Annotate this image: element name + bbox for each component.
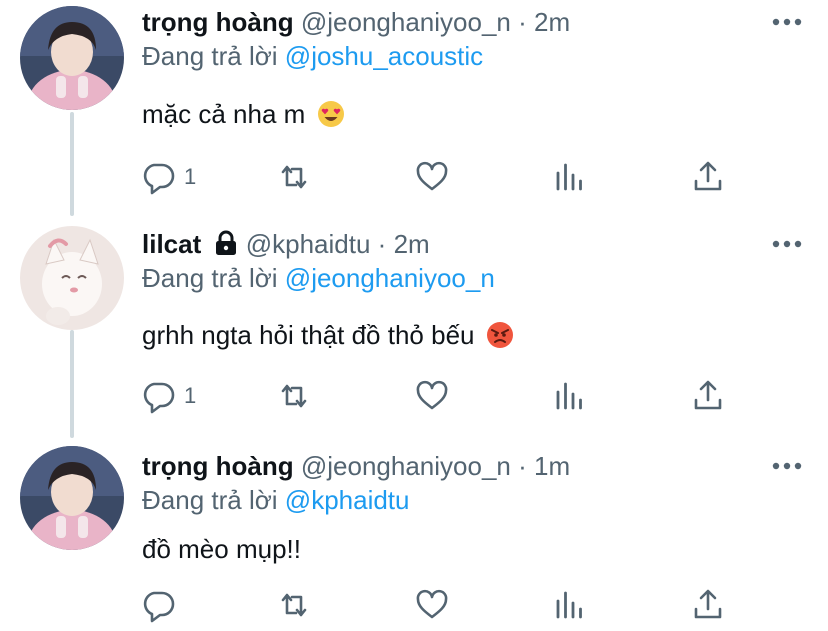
reply-icon xyxy=(143,382,175,414)
tweet-actions: 1 xyxy=(140,159,740,195)
avatar-image xyxy=(20,446,124,550)
timestamp[interactable]: 1m xyxy=(534,451,570,481)
tweet-body: đồ mèo mụp!! xyxy=(142,534,301,564)
tweet-actions xyxy=(140,587,740,623)
share-icon xyxy=(694,380,722,410)
retweet-button[interactable] xyxy=(276,378,312,414)
angry-face-emoji xyxy=(486,322,513,348)
share-button[interactable] xyxy=(690,159,726,195)
retweet-icon xyxy=(281,165,307,189)
tweet-text: đồ mèo mụp!! xyxy=(142,532,301,566)
replying-to: Đang trả lời @kphaidtu xyxy=(142,484,410,516)
share-button[interactable] xyxy=(690,587,726,623)
like-button[interactable] xyxy=(414,378,450,414)
replying-to: Đang trả lời @jeonghaniyoo_n xyxy=(142,262,495,294)
share-icon xyxy=(694,589,722,619)
mention-link[interactable]: @kphaidtu xyxy=(285,485,410,515)
retweet-icon xyxy=(281,384,307,408)
views-button[interactable] xyxy=(552,587,588,623)
heart-eyes-emoji xyxy=(317,101,344,127)
tweet-header: trọng hoàng @jeonghaniyoo_n · 1m xyxy=(142,450,570,482)
tweet-text: grhh ngta hỏi thật đồ thỏ bếu xyxy=(142,318,514,352)
reply-button[interactable]: 1 xyxy=(140,378,196,414)
replying-label: Đang trả lời xyxy=(142,263,278,293)
tweet[interactable]: trọng hoàng @jeonghaniyoo_n · 2m Đang tr… xyxy=(0,0,828,220)
separator-dot: · xyxy=(518,7,527,37)
more-dots-icon[interactable] xyxy=(770,16,804,28)
retweet-button[interactable] xyxy=(276,159,312,195)
retweet-button[interactable] xyxy=(276,587,312,623)
avatar-image xyxy=(20,6,124,110)
timestamp[interactable]: 2m xyxy=(394,229,430,259)
tweet-text: mặc cả nha m xyxy=(142,97,345,131)
avatar[interactable] xyxy=(20,446,124,550)
tweet-header: lilcat @kphaidtu · 2m xyxy=(142,228,430,260)
analytics-icon xyxy=(556,163,582,191)
replying-to: Đang trả lời @joshu_acoustic xyxy=(142,40,483,72)
timestamp[interactable]: 2m xyxy=(534,7,570,37)
tweet-body: grhh ngta hỏi thật đồ thỏ bếu xyxy=(142,320,475,350)
retweet-icon xyxy=(281,593,307,617)
analytics-icon xyxy=(556,382,582,410)
heart-icon xyxy=(416,589,448,619)
share-icon xyxy=(694,161,722,191)
reply-count: 1 xyxy=(184,383,197,408)
tweet[interactable]: lilcat @kphaidtu · 2m Đang trả lời @jeon… xyxy=(0,222,828,444)
tweet-body: mặc cả nha m xyxy=(142,99,306,129)
separator-dot: · xyxy=(377,229,387,259)
views-button[interactable] xyxy=(552,159,588,195)
replying-label: Đang trả lời xyxy=(142,485,278,515)
handle[interactable]: @jeonghaniyoo_n xyxy=(301,451,511,481)
reply-count: 1 xyxy=(184,164,197,189)
more-dots-icon[interactable] xyxy=(770,460,804,472)
more-dots-icon[interactable] xyxy=(770,238,804,250)
mention-link[interactable]: @joshu_acoustic xyxy=(285,41,483,71)
analytics-icon xyxy=(556,591,582,619)
tweet-header: trọng hoàng @jeonghaniyoo_n · 2m xyxy=(142,6,570,38)
mention-link[interactable]: @jeonghaniyoo_n xyxy=(285,263,495,293)
display-name[interactable]: lilcat xyxy=(142,229,201,259)
heart-icon xyxy=(416,161,448,191)
display-name[interactable]: trọng hoàng xyxy=(142,7,294,37)
display-name[interactable]: trọng hoàng xyxy=(142,451,294,481)
like-button[interactable] xyxy=(414,159,450,195)
reply-button[interactable]: 1 xyxy=(140,159,196,195)
heart-icon xyxy=(416,380,448,410)
avatar-image xyxy=(20,226,124,330)
avatar[interactable] xyxy=(20,6,124,110)
handle[interactable]: @jeonghaniyoo_n xyxy=(301,7,511,37)
replying-label: Đang trả lời xyxy=(142,41,278,71)
reply-icon xyxy=(143,591,175,623)
tweet[interactable]: trọng hoàng @jeonghaniyoo_n · 1m Đang tr… xyxy=(0,444,828,631)
reply-button[interactable] xyxy=(140,587,176,623)
views-button[interactable] xyxy=(552,378,588,414)
lock-icon xyxy=(216,230,237,255)
reply-icon xyxy=(143,163,175,195)
avatar[interactable] xyxy=(20,226,124,330)
separator-dot: · xyxy=(518,451,527,481)
tweet-actions: 1 xyxy=(140,378,740,414)
share-button[interactable] xyxy=(690,378,726,414)
like-button[interactable] xyxy=(414,587,450,623)
handle[interactable]: @kphaidtu xyxy=(246,229,371,259)
